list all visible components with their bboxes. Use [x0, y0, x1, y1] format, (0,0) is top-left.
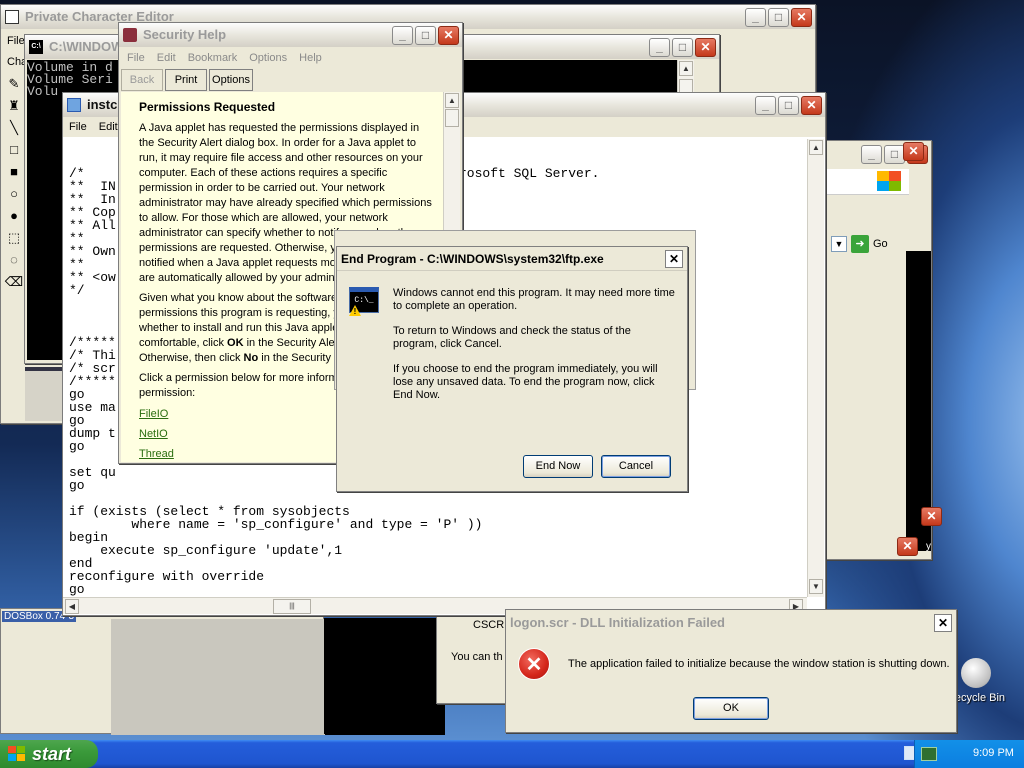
filled-rectangle-icon[interactable]: ■ — [3, 161, 25, 183]
dialog-message: Windows cannot end this program. It may … — [393, 287, 677, 402]
ok-button[interactable]: OK — [693, 697, 769, 720]
menu-bar: File Edit Bookmark Options Help — [121, 48, 460, 68]
error-message: The application failed to initialize bec… — [568, 658, 950, 670]
scroll-thumb[interactable] — [445, 109, 459, 127]
back-button[interactable]: Back — [121, 69, 163, 91]
code-line: reconfigure with override — [69, 569, 265, 584]
go-button[interactable]: Go — [873, 238, 888, 250]
go-arrow-icon[interactable]: ➜ — [851, 235, 869, 253]
code-line: where name = 'sp_configure' and type = '… — [69, 517, 483, 532]
filled-ellipse-icon[interactable]: ● — [3, 205, 25, 227]
background-window-right[interactable]: _ □ ✕ ▼ ➜ Go y ✕ ✕ — [820, 140, 942, 560]
end-program-dialog[interactable]: End Program - C:\WINDOWS\system32\ftp.ex… — [336, 246, 688, 492]
minimize-button[interactable]: _ — [861, 145, 882, 164]
window-title: Security Help — [143, 27, 227, 42]
dosbox-window: DOSBox 0.74-3 — [0, 608, 445, 735]
maximize-button[interactable]: □ — [884, 145, 905, 164]
fragment-you-can: You can th — [451, 651, 503, 663]
dialog-title: logon.scr - DLL Initialization Failed — [506, 610, 956, 636]
minimize-button[interactable]: _ — [755, 96, 776, 115]
scroll-left-arrow[interactable]: ◀ — [65, 599, 79, 614]
menu-file[interactable]: File — [63, 121, 93, 133]
maximize-button[interactable]: □ — [672, 38, 693, 57]
scroll-up-arrow[interactable]: ▲ — [445, 93, 459, 108]
start-label: start — [32, 744, 72, 764]
minimize-button[interactable]: _ — [392, 26, 413, 45]
close-button[interactable]: ✕ — [438, 26, 459, 45]
line-icon[interactable]: ╲ — [3, 117, 25, 139]
dialog-title: End Program - C:\WINDOWS\system32\ftp.ex… — [337, 247, 687, 271]
recycle-bin-icon — [961, 658, 991, 688]
window-strip — [906, 251, 931, 551]
window-title: instc — [87, 97, 118, 112]
menu-file[interactable]: File — [121, 52, 151, 64]
maximize-button[interactable]: □ — [768, 8, 789, 27]
vertical-scrollbar[interactable]: ▲ ▼ — [807, 139, 824, 597]
close-button[interactable]: ✕ — [791, 8, 812, 27]
ellipse-icon[interactable]: ○ — [3, 183, 25, 205]
scroll-up-arrow[interactable]: ▲ — [679, 61, 693, 76]
message-line: Windows cannot end this program. It may … — [393, 287, 675, 312]
tool-palette: ✎ ♜ ╲ □ ■ ○ ● ⬚ ◌ ⌫ — [3, 73, 25, 303]
character-grid-preview — [25, 367, 65, 421]
taskbar: start 9:09 PM — [0, 740, 1024, 768]
print-button[interactable]: Print — [165, 69, 207, 91]
scroll-up-arrow[interactable]: ▲ — [809, 140, 823, 155]
dosbox-gray-panel — [111, 619, 325, 735]
cancel-button[interactable]: Cancel — [601, 455, 671, 478]
pencil-icon[interactable]: ✎ — [3, 73, 25, 95]
windows-logo-icon — [877, 171, 901, 191]
close-button[interactable]: ✕ — [801, 96, 822, 115]
lasso-icon[interactable]: ◌ — [3, 249, 25, 271]
menu-help[interactable]: Help — [293, 52, 328, 64]
menu-fragment[interactable]: File — [7, 35, 25, 47]
address-go-area: ▼ ➜ Go — [831, 233, 915, 255]
menu-options[interactable]: Options — [243, 52, 293, 64]
app-icon — [5, 10, 19, 24]
scroll-thumb[interactable]: ||| — [273, 599, 311, 614]
maximize-button[interactable]: □ — [415, 26, 436, 45]
eraser-icon[interactable]: ⌫ — [3, 271, 25, 293]
close-button[interactable]: ✕ — [665, 250, 683, 268]
message-line: To return to Windows and check the statu… — [393, 325, 631, 350]
dosbox-screen-area — [324, 618, 444, 734]
message-line: If you choose to end the program immedia… — [393, 363, 658, 401]
close-button[interactable]: ✕ — [695, 38, 716, 57]
code-line: go — [69, 582, 85, 597]
logon-error-dialog[interactable]: logon.scr - DLL Initialization Failed ✕ … — [505, 609, 957, 733]
notepad-icon — [67, 98, 81, 112]
console-icon: C:\ — [29, 40, 43, 54]
menu-edit[interactable]: Edit — [151, 52, 182, 64]
brush-icon[interactable]: ♜ — [3, 95, 25, 117]
menu-bookmark[interactable]: Bookmark — [182, 52, 244, 64]
rectangle-icon[interactable]: □ — [3, 139, 25, 161]
close-button[interactable]: ✕ — [897, 537, 918, 556]
scroll-down-arrow[interactable]: ▼ — [809, 579, 823, 594]
end-now-button[interactable]: End Now — [523, 455, 593, 478]
minimize-button[interactable]: _ — [649, 38, 670, 57]
help-heading: Permissions Requested — [139, 100, 276, 114]
network-icon[interactable] — [921, 747, 937, 761]
chevron-down-icon[interactable]: ▼ — [831, 236, 847, 252]
windows-logo-icon — [8, 746, 26, 762]
close-button[interactable]: ✕ — [934, 614, 952, 632]
fragment-text: y — [926, 541, 931, 552]
code-fragment: rosoft SQL Server. — [459, 166, 600, 181]
select-icon[interactable]: ⬚ — [3, 227, 25, 249]
options-button[interactable]: Options — [209, 69, 253, 91]
close-button[interactable]: ✕ — [903, 142, 924, 161]
clock[interactable]: 9:09 PM — [973, 747, 1014, 759]
error-icon: ✕ — [518, 648, 550, 680]
maximize-button[interactable]: □ — [778, 96, 799, 115]
code-line: execute sp_configure 'update',1 — [69, 543, 343, 558]
close-button[interactable]: ✕ — [921, 507, 942, 526]
system-tray: 9:09 PM — [914, 740, 1024, 768]
minimize-button[interactable]: _ — [745, 8, 766, 27]
start-button[interactable]: start — [0, 740, 98, 768]
help-book-icon — [123, 28, 137, 42]
help-toolbar: Back Print Options — [121, 69, 253, 91]
toolbar-area — [821, 169, 909, 195]
